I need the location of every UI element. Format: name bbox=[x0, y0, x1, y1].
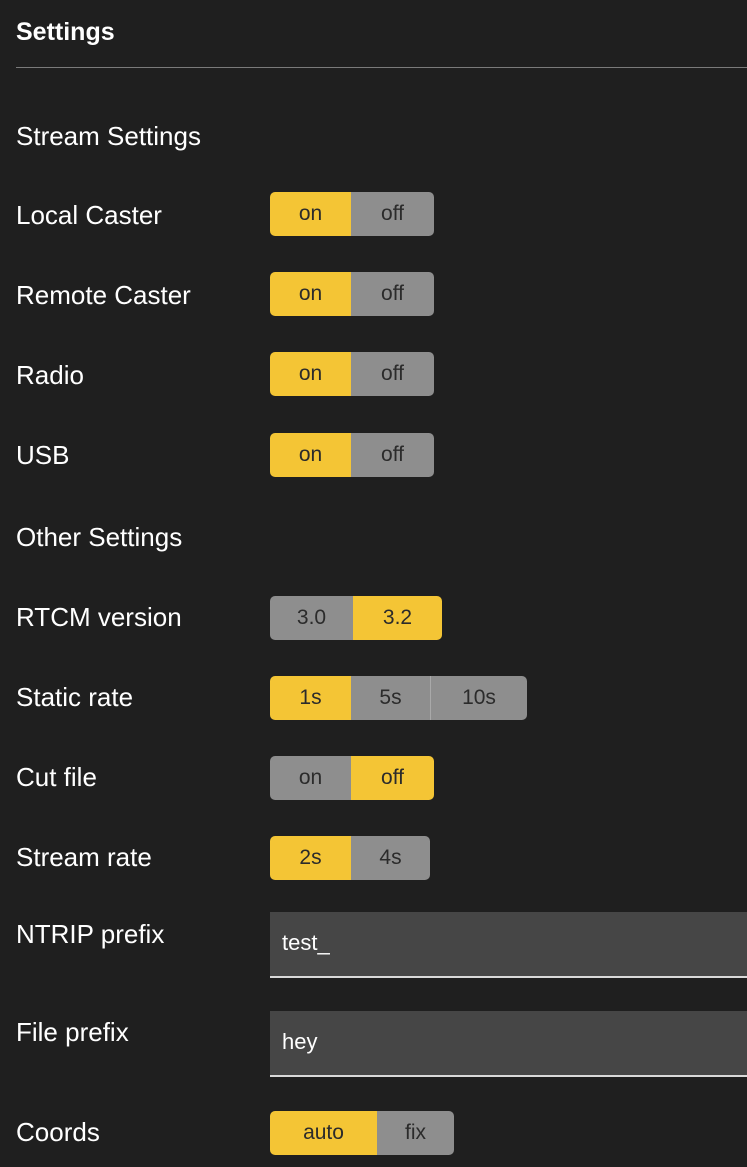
local-caster-off-button[interactable]: off bbox=[351, 192, 434, 236]
coords-label: Coords bbox=[16, 1117, 100, 1147]
local-caster-label: Local Caster bbox=[16, 200, 162, 230]
cut-file-label: Cut file bbox=[16, 762, 97, 792]
radio-label: Radio bbox=[16, 360, 84, 390]
ntrip-prefix-label: NTRIP prefix bbox=[16, 919, 165, 949]
local-caster-toggle: on off bbox=[270, 192, 434, 236]
stream-rate-2s-button[interactable]: 2s bbox=[270, 836, 351, 880]
rtcm-version-label: RTCM version bbox=[16, 602, 182, 632]
static-rate-10s-button[interactable]: 10s bbox=[430, 676, 527, 720]
local-caster-on-button[interactable]: on bbox=[270, 192, 351, 236]
cut-file-off-button[interactable]: off bbox=[351, 756, 434, 800]
cut-file-toggle: on off bbox=[270, 756, 434, 800]
file-prefix-input[interactable] bbox=[282, 1029, 722, 1055]
cut-file-on-button[interactable]: on bbox=[270, 756, 351, 800]
remote-caster-off-button[interactable]: off bbox=[351, 272, 434, 316]
static-rate-5s-button[interactable]: 5s bbox=[351, 676, 430, 720]
section-title-stream: Stream Settings bbox=[16, 121, 201, 151]
usb-toggle: on off bbox=[270, 433, 434, 477]
usb-on-button[interactable]: on bbox=[270, 433, 351, 477]
static-rate-toggle: 1s 5s 10s bbox=[270, 676, 527, 720]
stream-rate-4s-button[interactable]: 4s bbox=[351, 836, 430, 880]
usb-label: USB bbox=[16, 440, 70, 470]
file-prefix-field bbox=[270, 1011, 747, 1077]
coords-toggle: auto fix bbox=[270, 1111, 454, 1155]
radio-off-button[interactable]: off bbox=[351, 352, 434, 396]
file-prefix-label: File prefix bbox=[16, 1017, 129, 1047]
static-rate-1s-button[interactable]: 1s bbox=[270, 676, 351, 720]
radio-on-button[interactable]: on bbox=[270, 352, 351, 396]
header-divider bbox=[16, 67, 747, 68]
settings-header: Settings bbox=[0, 0, 747, 68]
ntrip-prefix-field bbox=[270, 912, 747, 978]
section-title-other: Other Settings bbox=[16, 522, 183, 552]
radio-toggle: on off bbox=[270, 352, 434, 396]
coords-fix-button[interactable]: fix bbox=[377, 1111, 454, 1155]
remote-caster-label: Remote Caster bbox=[16, 280, 191, 310]
usb-off-button[interactable]: off bbox=[351, 433, 434, 477]
remote-caster-toggle: on off bbox=[270, 272, 434, 316]
stream-rate-toggle: 2s 4s bbox=[270, 836, 430, 880]
stream-rate-label: Stream rate bbox=[16, 842, 152, 872]
coords-auto-button[interactable]: auto bbox=[270, 1111, 377, 1155]
rtcm-version-3-2-button[interactable]: 3.2 bbox=[353, 596, 442, 640]
ntrip-prefix-input[interactable] bbox=[282, 930, 722, 956]
static-rate-label: Static rate bbox=[16, 682, 134, 712]
rtcm-version-toggle: 3.0 3.2 bbox=[270, 596, 442, 640]
rtcm-version-3-0-button[interactable]: 3.0 bbox=[270, 596, 353, 640]
remote-caster-on-button[interactable]: on bbox=[270, 272, 351, 316]
page-title: Settings bbox=[16, 18, 115, 46]
